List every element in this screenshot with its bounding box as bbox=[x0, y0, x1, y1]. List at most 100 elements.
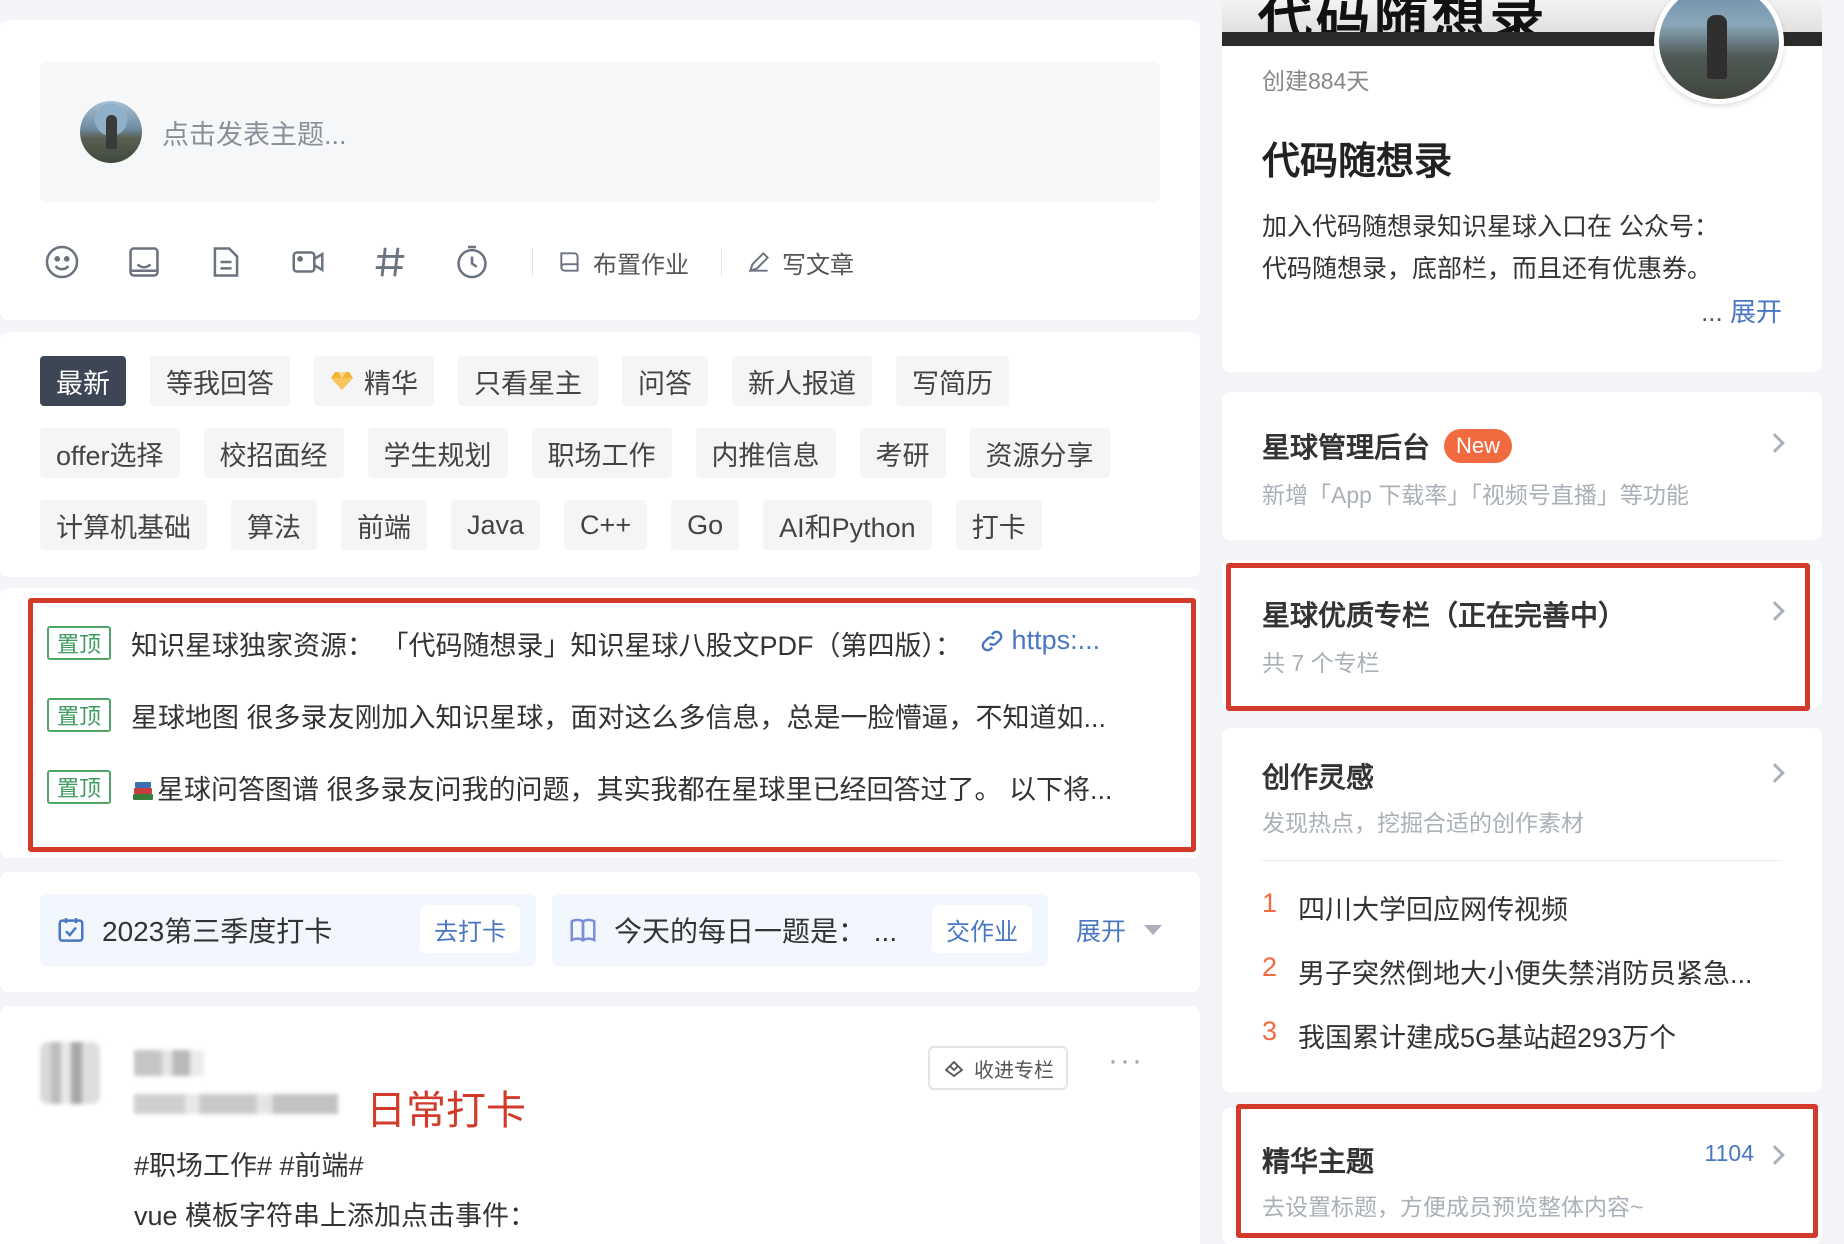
author-avatar[interactable] bbox=[40, 1042, 100, 1104]
tag-campus-interview[interactable]: 校招面经 bbox=[203, 428, 344, 478]
compose-placeholder: 点击发表主题... bbox=[162, 119, 347, 150]
tag-row-3: 计算机基础 算法 前端 Java C++ Go AI和Python 打卡 bbox=[40, 500, 1134, 550]
hot-topic-rank: 1 bbox=[1262, 888, 1278, 918]
group-description-expand[interactable]: ... 展开 bbox=[1701, 292, 1782, 329]
group-info-card: 代码随想录 创建884天 代码随想录 加入代码随想录知识星球入口在 公众号： 代… bbox=[1222, 0, 1822, 372]
calendar-check-icon bbox=[58, 918, 84, 942]
post-date-redacted bbox=[134, 1094, 338, 1114]
tag-cs-basics[interactable]: 计算机基础 bbox=[40, 500, 207, 550]
pinned-item[interactable]: 置顶 星球地图 很多录友刚加入知识星球，面对这么多信息，总是一脸懵逼，不知道如.… bbox=[47, 693, 1187, 737]
inspiration-card: 创作灵感 发现热点，挖掘合适的创作素材 1 四川大学回应网传视频 2 男子突然倒… bbox=[1222, 728, 1822, 1092]
hot-topic-item[interactable]: 1 四川大学回应网传视频 bbox=[1262, 888, 1782, 927]
tag-latest[interactable]: 最新 bbox=[40, 356, 126, 406]
checkin-task-title: 2023第三季度打卡 bbox=[102, 916, 333, 947]
featured-topics-card[interactable]: 精华主题 1104 去设置标题，方便成员预览整体内容~ bbox=[1222, 1108, 1822, 1244]
chevron-right-icon[interactable] bbox=[1765, 763, 1785, 783]
admin-panel-title-text: 星球管理后台 bbox=[1262, 432, 1431, 463]
admin-panel-subtitle: 新增「App 下载率」「视频号直播」等功能 bbox=[1262, 482, 1689, 508]
assign-homework-label: 布置作业 bbox=[593, 251, 689, 279]
tag-cpp[interactable]: C++ bbox=[564, 500, 648, 550]
featured-topics-count: 1104 bbox=[1704, 1140, 1754, 1166]
books-icon bbox=[133, 781, 154, 800]
submit-homework-button[interactable]: 交作业 bbox=[932, 905, 1032, 953]
admin-panel-card[interactable]: 星球管理后台 New 新增「App 下载率」「视频号直播」等功能 bbox=[1222, 392, 1822, 540]
image-icon[interactable] bbox=[122, 240, 166, 284]
write-article-label: 写文章 bbox=[782, 251, 854, 279]
pinned-badge: 置顶 bbox=[47, 626, 112, 660]
gem-icon bbox=[331, 372, 353, 390]
post-card: 日常打卡 收进专栏 ··· #职场工作# #前端# vue 模板字符串上添加点击… bbox=[0, 1006, 1200, 1244]
columns-card[interactable]: 星球优质专栏（正在完善中） 共 7 个专栏 bbox=[1222, 560, 1822, 708]
expand-tasks-button[interactable]: 展开 bbox=[1076, 912, 1163, 948]
hot-topic-item[interactable]: 3 我国累计建成5G基站超293万个 bbox=[1262, 1016, 1782, 1055]
book-icon bbox=[560, 252, 579, 272]
hot-topic-text: 四川大学回应网传视频 bbox=[1298, 895, 1568, 925]
tag-waiting-answer[interactable]: 等我回答 bbox=[150, 356, 290, 406]
tag-row-2: offer选择 校招面经 学生规划 职场工作 内推信息 考研 资源分享 bbox=[40, 428, 1134, 478]
checkin-task[interactable]: 2023第三季度打卡 去打卡 bbox=[40, 894, 536, 966]
hot-topic-text: 男子突然倒地大小便失禁消防员紧急... bbox=[1298, 959, 1753, 989]
pinned-item-text: 星球地图 很多录友刚加入知识星球，面对这么多信息，总是一脸懵逼，不知道如... bbox=[131, 702, 1107, 733]
chevron-right-icon bbox=[1765, 1145, 1785, 1165]
columns-title: 星球优质专栏（正在完善中） bbox=[1262, 600, 1627, 631]
hot-topic-rank: 3 bbox=[1262, 1016, 1278, 1046]
write-article-button[interactable]: 写文章 bbox=[746, 245, 854, 280]
tag-frontend[interactable]: 前端 bbox=[341, 500, 427, 550]
hot-topic-item[interactable]: 2 男子突然倒地大小便失禁消防员紧急... bbox=[1262, 952, 1782, 991]
task-card: 2023第三季度打卡 去打卡 今天的每日一题是： ... 交作业 展开 bbox=[0, 872, 1200, 992]
group-avatar bbox=[1654, 0, 1784, 104]
tag-algorithm[interactable]: 算法 bbox=[231, 500, 317, 550]
new-badge: New bbox=[1444, 429, 1513, 463]
hot-topic-rank: 2 bbox=[1262, 952, 1278, 982]
add-to-column-button[interactable]: 收进专栏 bbox=[928, 1046, 1068, 1090]
timer-icon[interactable] bbox=[450, 240, 494, 284]
group-description-line: 加入代码随想录知识星球入口在 公众号： bbox=[1262, 213, 1719, 241]
homework-task[interactable]: 今天的每日一题是： ... 交作业 bbox=[552, 894, 1048, 966]
homework-task-title: 今天的每日一题是： ... bbox=[614, 916, 898, 947]
tag-resume[interactable]: 写简历 bbox=[896, 356, 1009, 406]
tag-postgrad[interactable]: 考研 bbox=[859, 428, 946, 478]
link-icon bbox=[981, 630, 1002, 651]
tag-java[interactable]: Java bbox=[451, 500, 541, 550]
tag-workplace[interactable]: 职场工作 bbox=[531, 428, 672, 478]
collect-icon bbox=[944, 1060, 964, 1078]
hashtag-icon[interactable] bbox=[368, 240, 412, 284]
pinned-badge: 置顶 bbox=[47, 770, 112, 804]
tag-offer[interactable]: offer选择 bbox=[40, 428, 180, 478]
go-checkin-button[interactable]: 去打卡 bbox=[420, 905, 520, 953]
post-content: vue 模板字符串上添加点击事件： bbox=[134, 1201, 537, 1231]
emoji-icon[interactable] bbox=[40, 240, 84, 284]
pinned-item-link-text: https:... bbox=[1011, 625, 1101, 655]
featured-topics-subtitle: 去设置标题，方便成员预览整体内容~ bbox=[1262, 1194, 1644, 1220]
tag-owner-only[interactable]: 只看星主 bbox=[458, 356, 598, 406]
hot-topic-text: 我国累计建成5G基站超293万个 bbox=[1298, 1023, 1677, 1053]
book-icon bbox=[570, 918, 596, 943]
pinned-item[interactable]: 置顶 知识星球独家资源： 「代码随想录」知识星球八股文PDF（第四版）： htt… bbox=[47, 621, 1187, 665]
tag-student-plan[interactable]: 学生规划 bbox=[367, 428, 508, 478]
tag-resources[interactable]: 资源分享 bbox=[969, 428, 1110, 478]
pinned-item[interactable]: 置顶 星球问答图谱 很多录友问我的问题，其实我都在星球里已经回答过了。 以下将.… bbox=[47, 765, 1187, 809]
more-options-icon[interactable]: ··· bbox=[1108, 1044, 1144, 1078]
video-icon[interactable] bbox=[286, 240, 330, 284]
tag-newcomer[interactable]: 新人报道 bbox=[732, 356, 872, 406]
file-icon[interactable] bbox=[204, 240, 248, 284]
expand-tasks-label: 展开 bbox=[1076, 918, 1127, 946]
compose-toolbar: 布置作业 写文章 bbox=[40, 240, 886, 284]
toolbar-divider bbox=[721, 248, 722, 276]
add-to-column-label: 收进专栏 bbox=[974, 1059, 1054, 1082]
pinned-item-link[interactable]: https:... bbox=[970, 625, 1101, 656]
tag-qa[interactable]: 问答 bbox=[622, 356, 708, 406]
tag-checkin[interactable]: 打卡 bbox=[955, 500, 1042, 550]
tag-ai-python[interactable]: AI和Python bbox=[763, 500, 932, 550]
divider bbox=[1262, 860, 1782, 861]
tag-referral[interactable]: 内推信息 bbox=[695, 428, 836, 478]
tag-featured[interactable]: 精华 bbox=[314, 356, 434, 406]
compose-input[interactable]: 点击发表主题... bbox=[40, 62, 1160, 202]
tag-go[interactable]: Go bbox=[671, 500, 740, 550]
columns-subtitle: 共 7 个专栏 bbox=[1262, 650, 1380, 676]
assign-homework-button[interactable]: 布置作业 bbox=[557, 245, 689, 280]
inspiration-title[interactable]: 创作灵感 bbox=[1262, 756, 1374, 796]
ellipsis: ... bbox=[1701, 297, 1730, 327]
daily-checkin-annotation: 日常打卡 bbox=[366, 1089, 526, 1133]
post-hashtags[interactable]: #职场工作# #前端# bbox=[134, 1144, 364, 1183]
